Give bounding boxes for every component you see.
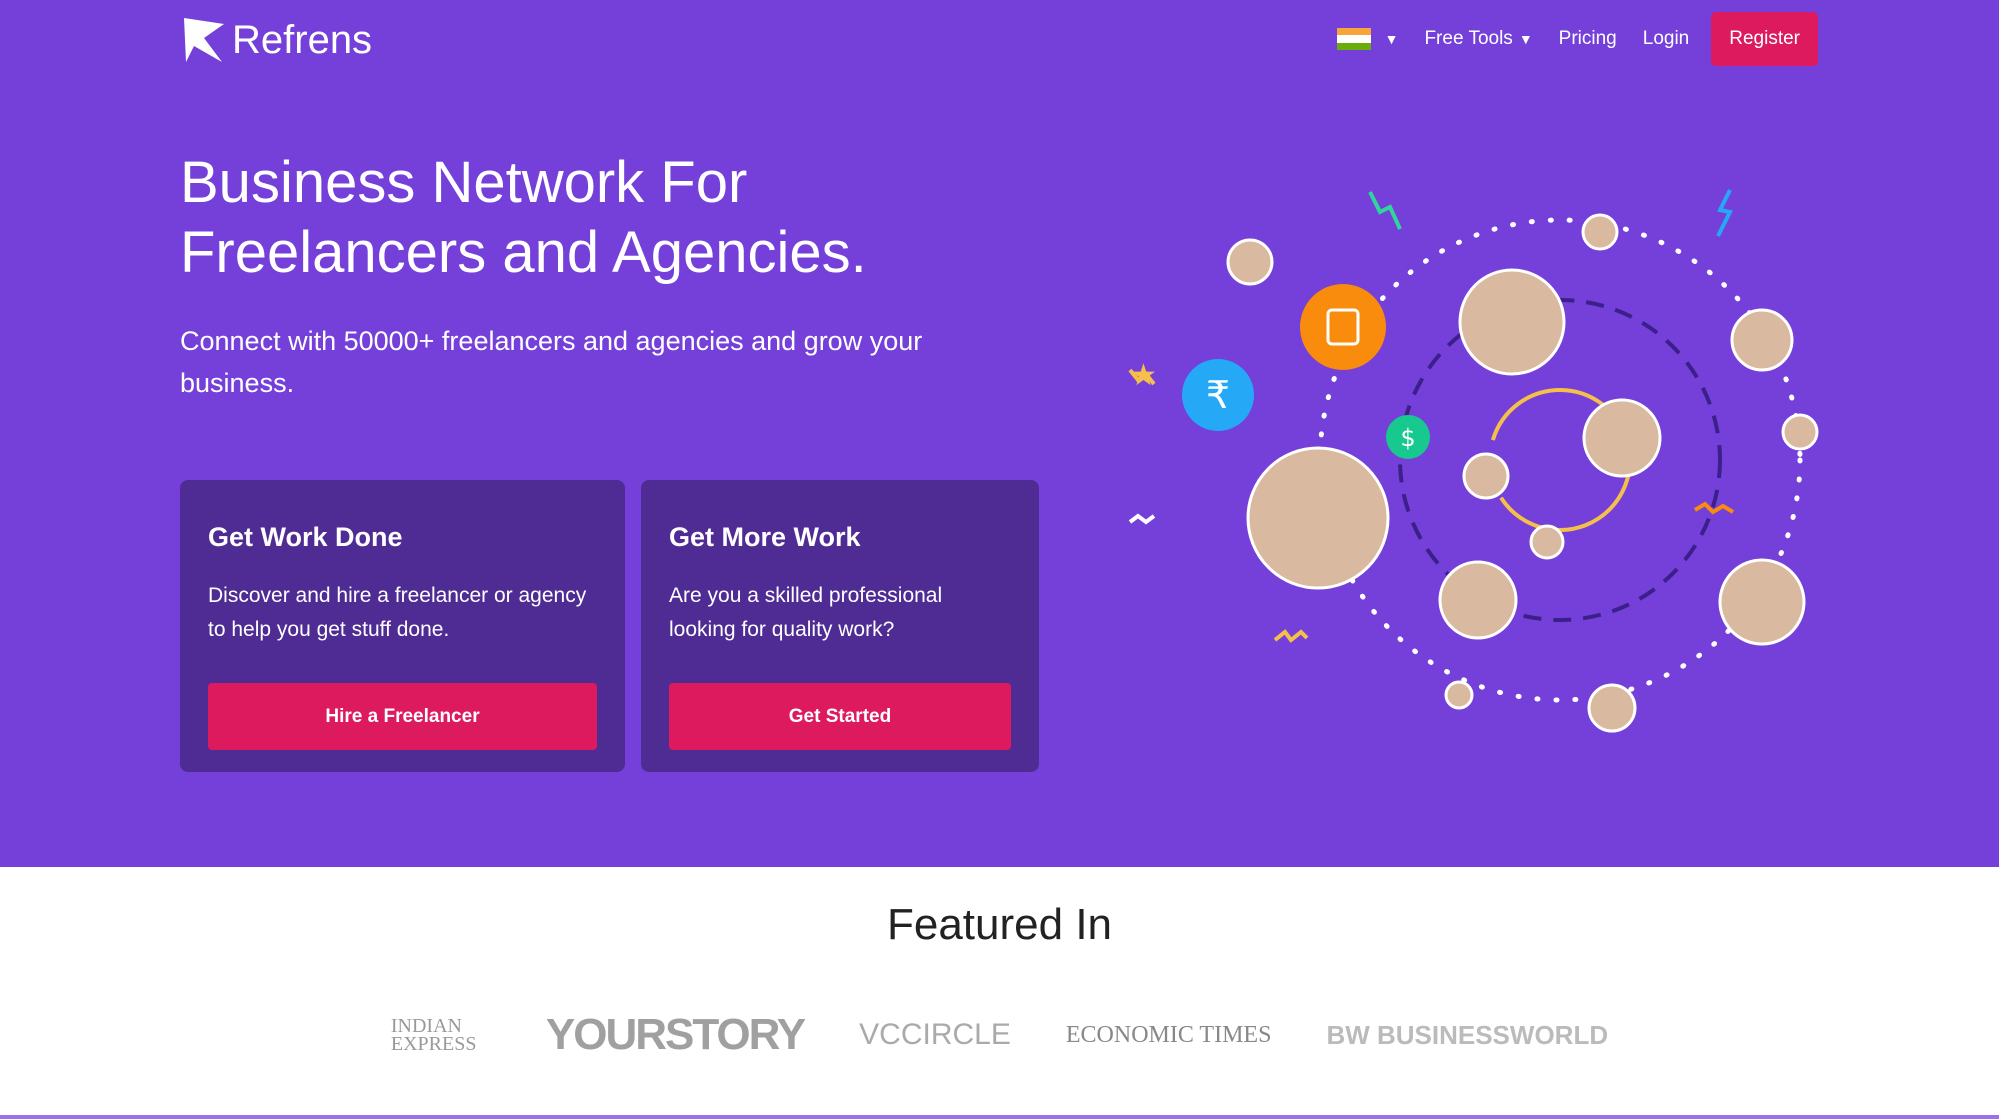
pricing-link[interactable]: Pricing [1559, 28, 1617, 50]
title-line-1: Business Network For [180, 150, 748, 215]
avatar [1781, 413, 1819, 451]
star-decoration: ★ [1130, 359, 1157, 392]
hire-freelancer-button[interactable]: Hire a Freelancer [208, 683, 597, 750]
svg-text:$: $ [1400, 424, 1415, 452]
register-button[interactable]: Register [1711, 12, 1818, 66]
vccircle-logo: VCCIRCLE [859, 1018, 1011, 1051]
refrens-logo-icon [184, 18, 224, 62]
avatar [1458, 268, 1566, 376]
avatar-group [1226, 213, 1819, 733]
squiggle-decoration [1273, 629, 1309, 643]
economic-times-logo: ECONOMIC TIMES [1065, 1021, 1272, 1048]
avatar [1582, 398, 1662, 478]
squiggle-decoration [1128, 513, 1156, 525]
businessworld-logo: BW BUSINESSWORLD [1326, 1019, 1609, 1050]
avatar [1226, 238, 1274, 286]
avatar [1587, 683, 1637, 733]
avatar [1438, 560, 1518, 640]
country-selector[interactable]: ▼ [1336, 28, 1399, 50]
yourstory-logo: YOURSTORY [545, 1010, 806, 1059]
avatar [1730, 308, 1794, 372]
brand-logo[interactable]: Refrens [182, 16, 372, 64]
hero-section: Refrens ▼ Free Tools ▼ Pricing Login Regi… [0, 0, 1999, 867]
avatar [1246, 446, 1390, 590]
svg-text:₹: ₹ [1206, 373, 1230, 417]
free-tools-label: Free Tools [1424, 28, 1513, 49]
indian-express-logo: INDIAN EXPRESS [390, 1015, 477, 1055]
hero-subtitle: Connect with 50000+ freelancers and agen… [180, 326, 923, 398]
card-get-work-done: Get Work Done Discover and hire a freela… [180, 480, 625, 772]
card-title: Get More Work [669, 522, 861, 552]
card-get-more-work: Get More Work Are you a skilled professi… [641, 480, 1039, 772]
avatar [1718, 558, 1806, 646]
squiggle-decoration [1368, 191, 1402, 230]
document-icon [1300, 284, 1386, 370]
get-started-button[interactable]: Get Started [669, 683, 1011, 750]
hero-title: Business Network For Freelancers and Agen… [180, 148, 1080, 288]
chevron-down-icon: ▼ [1384, 31, 1399, 47]
avatar [1444, 680, 1474, 710]
bottom-border [0, 1115, 1999, 1119]
squiggle-decoration [1716, 189, 1733, 237]
avatar [1462, 452, 1510, 500]
avatar [1581, 213, 1619, 251]
india-flag-icon [1336, 28, 1371, 50]
top-nav: ▼ Free Tools ▼ Pricing Login Register [1336, 12, 1818, 66]
avatar [1529, 524, 1565, 560]
featured-in-title: Featured In [886, 900, 1113, 949]
card-title: Get Work Done [208, 522, 403, 552]
card-text: Discover and hire a freelancer or agency… [208, 584, 587, 641]
chevron-down-icon: ▼ [1518, 31, 1533, 47]
middle-dashed-ring [1398, 298, 1722, 622]
title-line-2: Freelancers and Agencies. [180, 220, 867, 285]
card-text: Are you a skilled professional looking f… [669, 584, 943, 641]
free-tools-menu[interactable]: Free Tools ▼ [1424, 28, 1532, 50]
network-illustration: ₹ $ ★ [1128, 189, 1819, 733]
login-link[interactable]: Login [1643, 28, 1690, 50]
brand-name: Refrens [232, 17, 373, 62]
press-logos: INDIAN EXPRESS YOURSTORY VCCIRCLE ECONOM… [0, 1010, 1999, 1060]
